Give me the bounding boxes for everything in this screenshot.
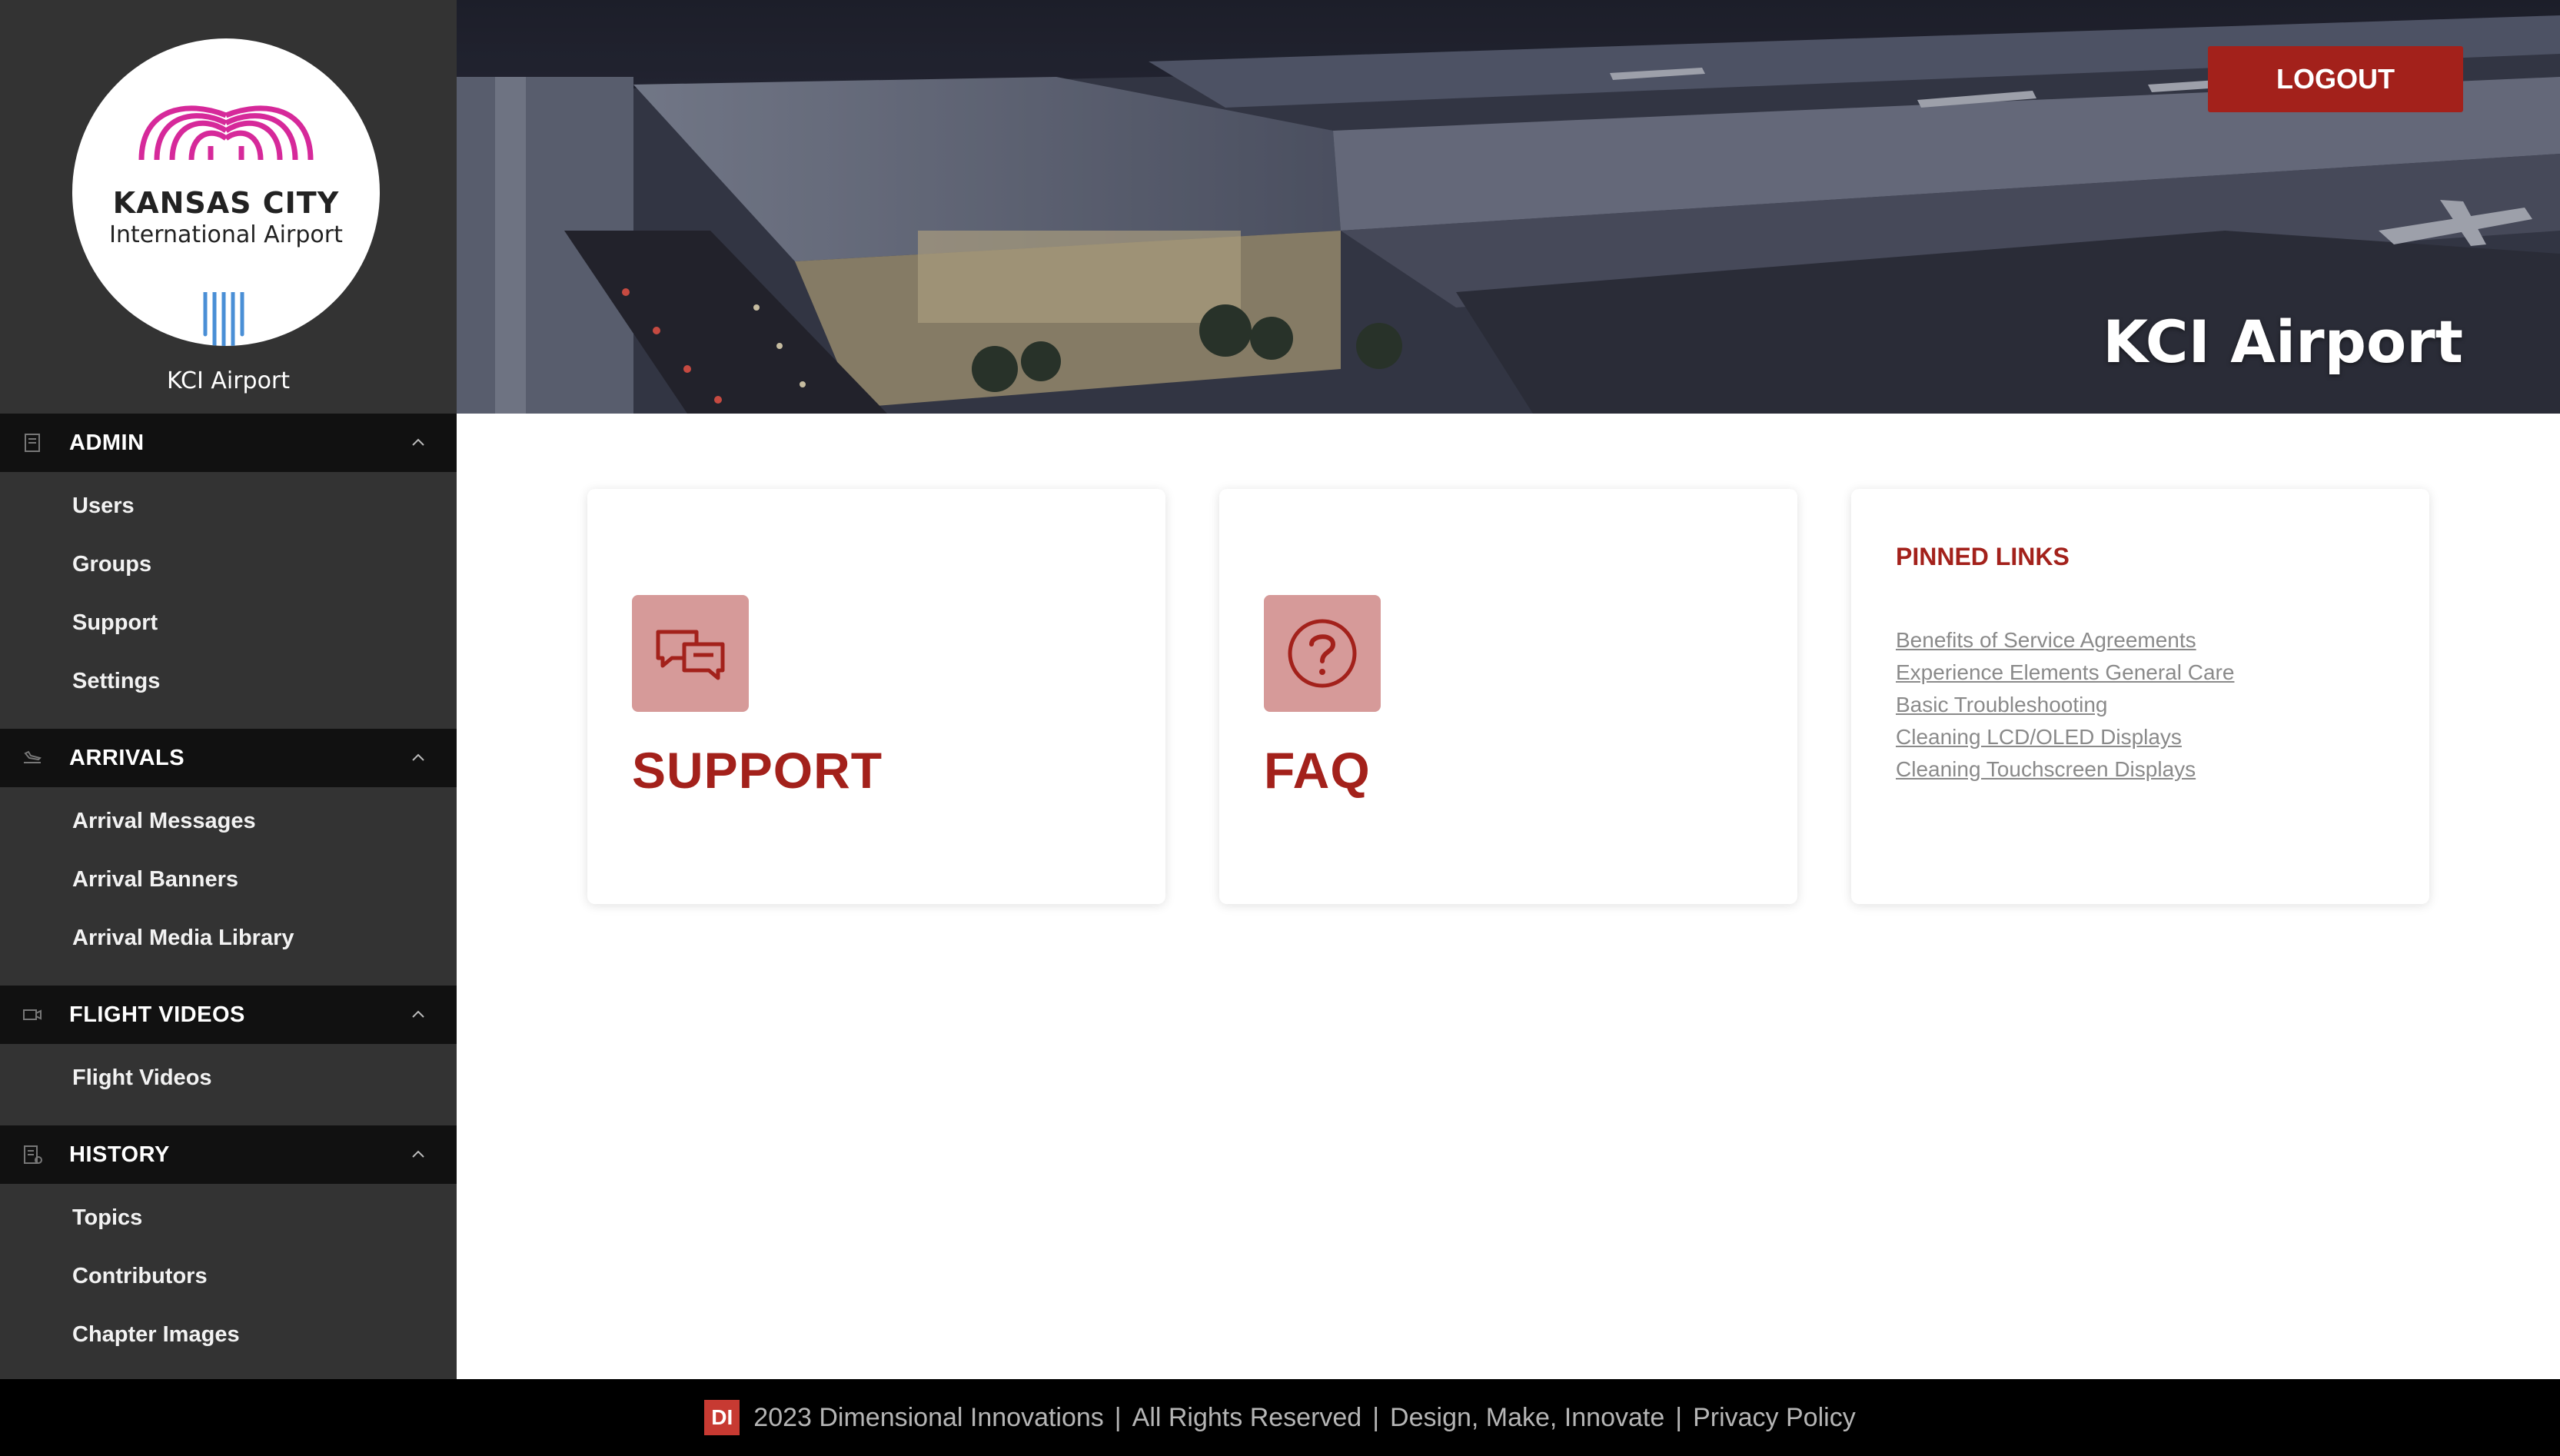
pinned-links-list: Benefits of Service Agreements Experienc… <box>1896 624 2234 786</box>
di-logo: DI <box>704 1400 740 1435</box>
sidebar-item-flight-videos[interactable]: Flight Videos <box>72 1065 212 1091</box>
history-document-icon <box>24 1145 42 1164</box>
footer-separator: | <box>1114 1402 1122 1432</box>
section-header-admin[interactable]: ADMIN <box>0 414 457 472</box>
video-camera-icon <box>23 1009 42 1020</box>
sidebar-item-support[interactable]: Support <box>72 610 158 636</box>
chevron-up-icon <box>412 1010 424 1018</box>
page-title: KCI Airport <box>2103 307 2463 376</box>
pinned-links-card: PINNED LINKS Benefits of Service Agreeme… <box>1851 489 2429 904</box>
arch-logo-icon <box>138 105 314 161</box>
logout-button[interactable]: LOGOUT <box>2208 46 2463 112</box>
section-header-history[interactable]: HISTORY <box>0 1125 457 1184</box>
footer-separator: | <box>1675 1402 1683 1432</box>
question-circle-icon <box>1288 619 1357 688</box>
privacy-policy-link[interactable]: Privacy Policy <box>1693 1403 1856 1433</box>
footer: DI 2023 Dimensional Innovations | All Ri… <box>0 1379 2560 1456</box>
footer-copyright: 2023 Dimensional Innovations <box>753 1402 1104 1432</box>
footer-separator: | <box>1372 1402 1380 1432</box>
support-icon-tile <box>632 595 749 712</box>
airport-logo: KANSAS CITY International Airport <box>72 38 380 346</box>
pinned-link-benefits-of-service-agreements[interactable]: Benefits of Service Agreements <box>1896 624 2234 657</box>
logo-lines-icon <box>203 292 244 346</box>
section-label: ADMIN <box>69 430 145 455</box>
logo-text-international-airport: International Airport <box>109 221 343 248</box>
faq-title: FAQ <box>1264 742 1371 799</box>
section-header-arrivals[interactable]: ARRIVALS <box>0 729 457 787</box>
hero-banner: LOGOUT KCI Airport <box>457 0 2560 414</box>
pinned-link-basic-troubleshooting[interactable]: Basic Troubleshooting <box>1896 689 2234 721</box>
section-header-flight-videos[interactable]: FLIGHT VIDEOS <box>0 986 457 1044</box>
site-name: KCI Airport <box>166 367 291 394</box>
logo-text-kansas-city: KANSAS CITY <box>112 186 340 220</box>
sidebar-item-settings[interactable]: Settings <box>72 669 160 694</box>
pinned-link-cleaning-lcd-oled-displays[interactable]: Cleaning LCD/OLED Displays <box>1896 721 2234 753</box>
sidebar: KANSAS CITY International Airport KCI Ai… <box>0 0 457 1379</box>
sidebar-item-arrival-banners[interactable]: Arrival Banners <box>72 867 238 893</box>
footer-tagline: Design, Make, Innovate <box>1390 1402 1665 1432</box>
sidebar-item-arrival-messages[interactable]: Arrival Messages <box>72 809 256 834</box>
pinned-links-title: PINNED LINKS <box>1896 543 2070 570</box>
chevron-up-icon <box>412 438 424 446</box>
sidebar-item-users[interactable]: Users <box>72 494 135 519</box>
sidebar-item-arrival-media-library[interactable]: Arrival Media Library <box>72 926 294 951</box>
support-card[interactable]: SUPPORT <box>587 489 1165 904</box>
sidebar-item-groups[interactable]: Groups <box>72 552 151 577</box>
chat-bubbles-icon <box>656 630 725 680</box>
footer-rights: All Rights Reserved <box>1132 1402 1362 1432</box>
sidebar-item-contributors[interactable]: Contributors <box>72 1264 208 1289</box>
chevron-up-icon <box>412 753 424 761</box>
pinned-link-experience-elements-general-care[interactable]: Experience Elements General Care <box>1896 657 2234 689</box>
document-icon <box>25 434 40 452</box>
section-label: HISTORY <box>69 1142 170 1167</box>
sidebar-item-chapter-images[interactable]: Chapter Images <box>72 1322 240 1348</box>
faq-icon-tile <box>1264 595 1381 712</box>
chevron-up-icon <box>412 1150 424 1158</box>
section-label: ARRIVALS <box>69 746 185 770</box>
support-title: SUPPORT <box>632 742 883 799</box>
plane-landing-icon <box>24 750 42 763</box>
sidebar-item-topics[interactable]: Topics <box>72 1205 142 1231</box>
faq-card[interactable]: FAQ <box>1219 489 1797 904</box>
section-label: FLIGHT VIDEOS <box>69 1002 245 1027</box>
pinned-link-cleaning-touchscreen-displays[interactable]: Cleaning Touchscreen Displays <box>1896 753 2234 786</box>
